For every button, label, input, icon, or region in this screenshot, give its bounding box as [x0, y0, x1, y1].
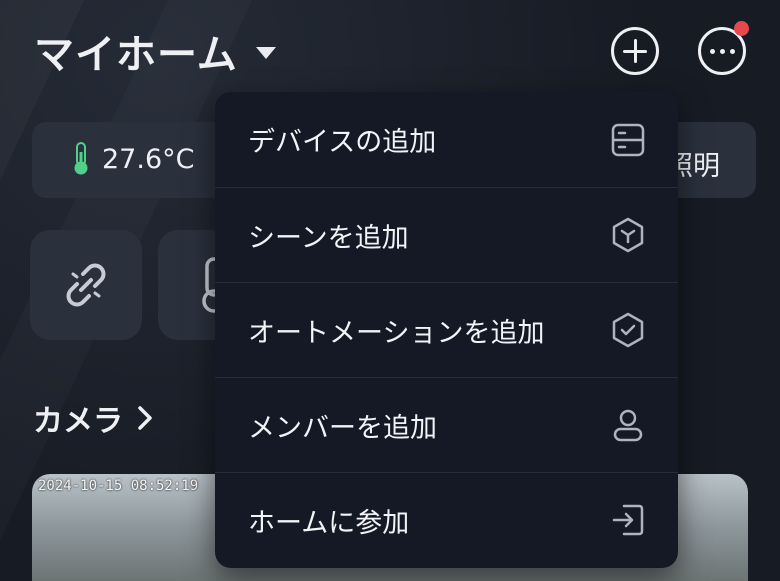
menu-item-label: メンバーを追加 [248, 412, 437, 444]
add-button[interactable] [611, 27, 659, 75]
automation-hexagon-check-icon [610, 312, 646, 348]
chevron-right-icon [138, 406, 152, 430]
notification-badge [734, 21, 749, 36]
thermometer-icon [74, 142, 88, 175]
menu-item-label: ホームに参加 [248, 507, 410, 539]
unlink-icon [66, 263, 106, 307]
camera-section-link[interactable]: カメラ [33, 396, 153, 440]
page-title: マイホーム [34, 32, 238, 78]
menu-item-join-home[interactable]: ホームに参加 [215, 472, 678, 567]
temperature-stat: 27.6°C [72, 142, 194, 176]
caret-down-icon [255, 47, 276, 59]
add-menu: デバイスの追加 シーンを追加 オートメーションを追加 メンバーを追加 ホームに参… [215, 92, 678, 568]
camera-timestamp: 2024-10-15 08:52:19 [38, 478, 199, 494]
member-person-icon [610, 407, 646, 443]
more-dots-icon [709, 48, 735, 54]
menu-item-label: オートメーションを追加 [248, 317, 545, 349]
menu-item-add-member[interactable]: メンバーを追加 [215, 377, 678, 472]
menu-item-label: シーンを追加 [248, 222, 409, 254]
camera-label: カメラ [33, 404, 123, 439]
temperature-value: 27.6°C [102, 143, 195, 175]
join-enter-icon [610, 502, 646, 538]
scene-hexagon-icon [610, 217, 646, 253]
home-selector[interactable]: マイホーム [34, 22, 276, 80]
menu-item-add-device[interactable]: デバイスの追加 [215, 92, 678, 187]
menu-item-add-scene[interactable]: シーンを追加 [215, 187, 678, 282]
unlink-tile[interactable] [30, 230, 142, 340]
device-icon [610, 122, 646, 158]
menu-item-label: デバイスの追加 [248, 127, 437, 158]
menu-item-add-automation[interactable]: オートメーションを追加 [215, 282, 678, 377]
